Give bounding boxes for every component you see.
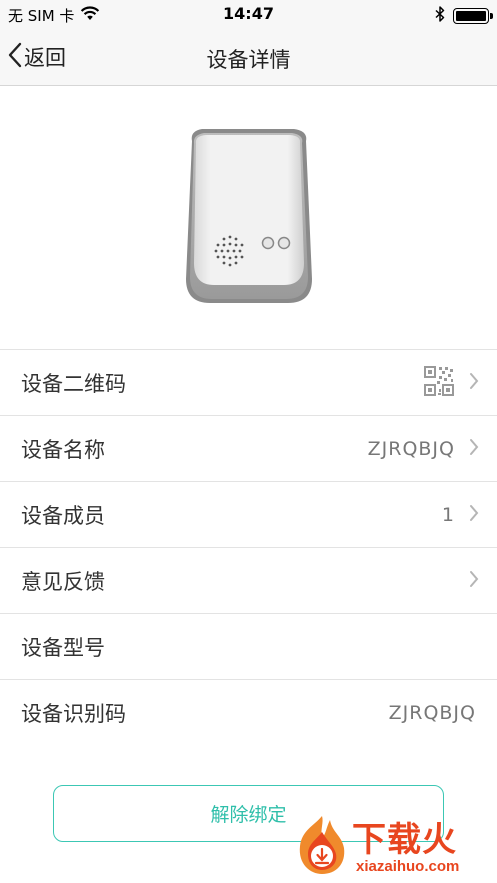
chevron-right-icon <box>469 372 479 394</box>
unbind-label: 解除绑定 <box>210 804 287 826</box>
flame-logo-icon <box>292 812 352 882</box>
row-label: 设备型号 <box>21 635 105 660</box>
member-count-value: 1 <box>441 503 455 526</box>
page-title: 设备详情 <box>206 48 291 72</box>
device-name-value: ZJRQBJQ <box>367 437 455 460</box>
row-label: 设备二维码 <box>21 371 126 396</box>
row-label: 设备名称 <box>21 437 105 462</box>
device-image-area <box>0 87 497 349</box>
status-time: 14:47 <box>223 4 274 23</box>
chevron-right-icon <box>469 570 479 592</box>
row-device-members[interactable]: 设备成员 1 <box>0 482 497 548</box>
battery-fill <box>456 11 486 21</box>
row-right <box>469 570 479 592</box>
device-id-code-value: ZJRQBJQ <box>388 702 476 724</box>
row-label: 意见反馈 <box>21 569 105 594</box>
row-right: 1 <box>442 504 479 526</box>
battery-icon <box>453 8 493 24</box>
row-right: ZJRQBJQ <box>368 438 479 460</box>
qr-code-icon <box>423 365 455 401</box>
row-device-id-code: 设备识别码 ZJRQBJQ <box>0 680 497 746</box>
chevron-right-icon <box>469 438 479 460</box>
chevron-right-icon <box>469 504 479 526</box>
row-device-model: 设备型号 <box>0 614 497 680</box>
gas-detector-device-image <box>180 127 318 309</box>
bluetooth-icon <box>435 6 445 26</box>
row-feedback[interactable]: 意见反馈 <box>0 548 497 614</box>
row-right <box>423 365 479 401</box>
nav-bar: 返回 设备详情 <box>0 30 497 86</box>
watermark: 下载火 xiazaihuo.com <box>290 810 497 883</box>
row-device-name[interactable]: 设备名称 ZJRQBJQ <box>0 416 497 482</box>
status-bar: 无 SIM 卡 14:47 <box>0 0 497 30</box>
row-label: 设备识别码 <box>21 702 126 726</box>
row-device-qr-code[interactable]: 设备二维码 <box>0 350 497 416</box>
watermark-title: 下载火 <box>352 820 457 860</box>
watermark-url: xiazaihuo.com <box>356 858 460 875</box>
device-settings-list: 设备二维码 设备名称 ZJRQBJQ 设备成员 1 意见反馈 设备型号 设备识别… <box>0 349 497 746</box>
battery-cap <box>490 13 493 19</box>
row-label: 设备成员 <box>21 503 105 528</box>
status-right <box>435 6 493 26</box>
